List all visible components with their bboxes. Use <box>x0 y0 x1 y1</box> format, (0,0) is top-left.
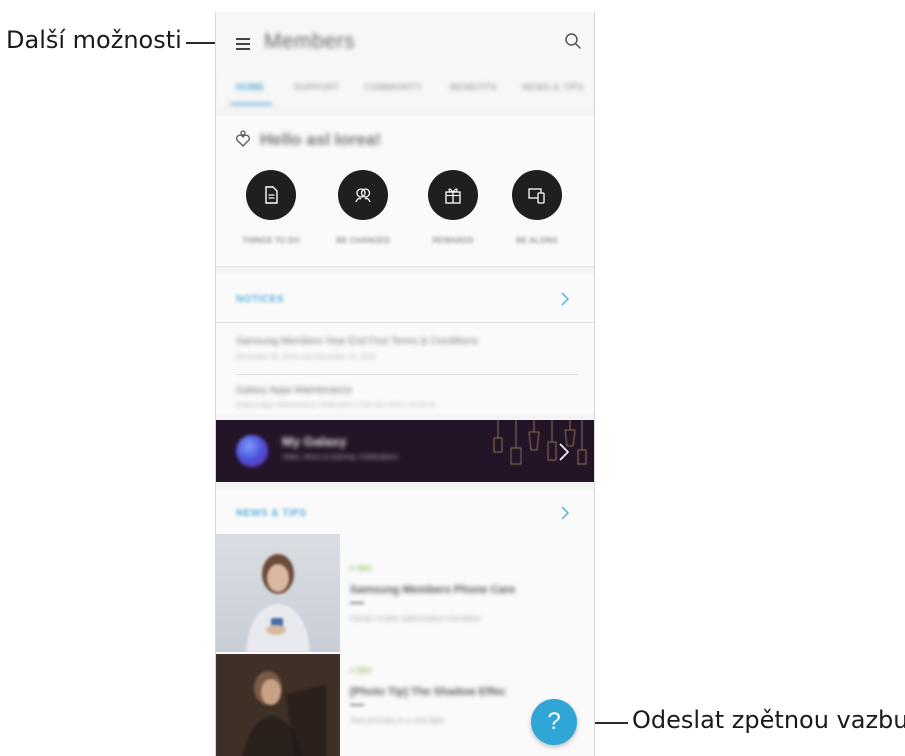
notices-title: NOTICES <box>236 294 284 305</box>
chevron-right-icon[interactable] <box>558 443 570 461</box>
tip-thumbnail-shadow-portrait[interactable] <box>216 654 340 756</box>
news-tips-title: NEWS & TIPS <box>236 508 307 519</box>
things-to-do-button[interactable] <box>246 170 296 220</box>
notices-divider-top <box>216 322 594 323</box>
tab-news-tips[interactable]: NEWS & TIPS <box>522 82 584 92</box>
notice-date: December 26, 2018 until December 31, 201… <box>236 354 376 361</box>
callout-send-feedback: Odeslat zpětnou vazbu. <box>632 706 905 734</box>
notice-title[interactable]: Galaxy Apps Maintenance <box>236 385 352 396</box>
chevron-right-icon[interactable] <box>560 506 570 520</box>
tab-benefits[interactable]: BENEFITS <box>450 82 497 92</box>
tip-tag: // TIPS <box>350 566 372 573</box>
my-galaxy-banner[interactable]: My Galaxy Video, Music & Gaming, Celebra… <box>216 420 594 482</box>
callout-more-options: Další možnosti <box>6 26 182 54</box>
tip-divider <box>350 704 364 706</box>
banner-title: My Galaxy <box>282 434 347 449</box>
devices-icon <box>528 188 545 204</box>
be-along-label: BE ALONG <box>516 236 558 245</box>
tab-community[interactable]: COMMUNITY <box>364 82 422 92</box>
tab-support[interactable]: SUPPORT <box>294 82 340 92</box>
tip-thumbnail-woman-phone[interactable] <box>216 534 340 652</box>
greeting-card: Hello asl Iorea! THINGS TO DO BE CHANGED… <box>216 116 594 267</box>
gift-icon <box>445 188 461 204</box>
tip-description: Handy mobile optimization checklists <box>350 614 481 623</box>
be-along-button[interactable] <box>512 170 562 220</box>
greeting-text: Hello asl Iorea! <box>260 130 381 149</box>
question-mark-icon: ? <box>547 708 561 735</box>
lanterns-decoration-icon <box>493 420 587 465</box>
be-changed-button[interactable] <box>338 170 388 220</box>
tip-title[interactable]: Samsung Members Phone Care <box>350 584 515 596</box>
rewards-button[interactable] <box>428 170 478 220</box>
tip-title[interactable]: [Photo Tip] The Shadow Effec <box>350 686 506 698</box>
tip-description: See portraits in a new light <box>350 716 445 725</box>
notices-divider <box>236 374 578 375</box>
document-icon <box>265 186 278 204</box>
tip-divider <box>350 602 364 604</box>
more-options-menu-icon[interactable] <box>236 38 250 50</box>
tab-home[interactable]: HOME <box>236 82 264 92</box>
send-feedback-button[interactable]: ? <box>531 699 577 745</box>
search-icon[interactable] <box>564 32 582 50</box>
heart-icon <box>236 130 250 147</box>
banner-subtitle: Video, Music & Gaming, Celebrations <box>282 454 399 461</box>
things-to-do-label: THINGS TO DO <box>242 236 300 245</box>
active-tab-indicator <box>230 103 272 105</box>
notices-card: NOTICES Samsung Members Year End Fest Te… <box>216 274 594 414</box>
galaxy-logo-icon <box>236 435 268 467</box>
app-title: Members <box>264 30 356 53</box>
app-bar: Members <box>216 12 594 70</box>
rewards-label: REWARDS <box>432 236 474 245</box>
tab-bar: HOME SUPPORT COMMUNITY BENEFITS NEWS & T… <box>216 70 594 106</box>
tip-tag: // TIPS <box>350 668 372 675</box>
people-icon <box>355 188 371 203</box>
notice-title[interactable]: Samsung Members Year End Fest Terms & Co… <box>236 336 478 347</box>
phone-screen: Members HOME SUPPORT COMMUNITY BENEFITS … <box>215 12 595 756</box>
be-changed-label: BE CHANGED <box>336 236 390 245</box>
chevron-right-icon[interactable] <box>560 292 570 306</box>
notice-date: Galaxy Apps Maintenance Notification (7:… <box>236 402 436 409</box>
